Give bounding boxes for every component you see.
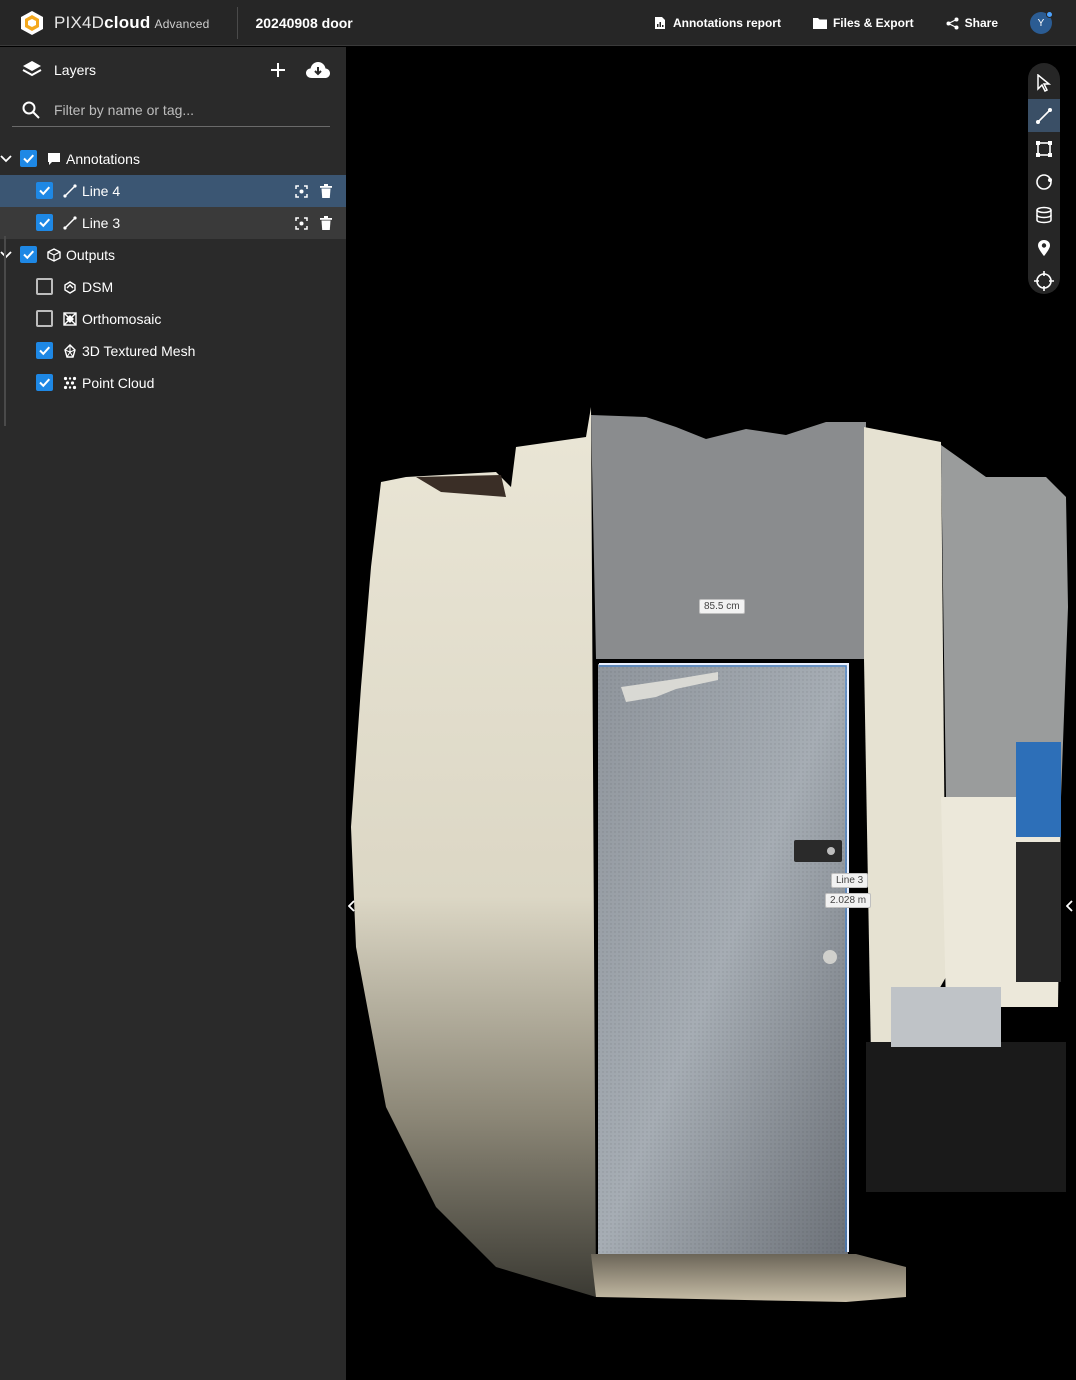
mesh-icon <box>64 344 76 358</box>
share-label: Share <box>964 16 998 30</box>
layer-item-3d-textured-mesh[interactable]: 3D Textured Mesh <box>0 335 346 367</box>
zoom-to-icon[interactable] <box>295 217 308 230</box>
user-avatar[interactable]: Y <box>1030 11 1053 34</box>
files-export-button[interactable]: Files & Export <box>812 16 914 30</box>
chevron-left-icon <box>1066 900 1073 912</box>
line-icon <box>63 184 77 198</box>
layer-item-dsm[interactable]: DSM <box>0 271 346 303</box>
trash-icon[interactable] <box>320 216 332 230</box>
trash-icon[interactable] <box>320 184 332 198</box>
layer-item-label: Line 3 <box>82 215 121 231</box>
measurement-label-width[interactable]: 85.5 cm <box>699 599 745 614</box>
point-cloud-checkbox[interactable] <box>36 374 53 391</box>
expand-right-panel-button[interactable] <box>1064 894 1076 918</box>
mesh-checkbox[interactable] <box>36 342 53 359</box>
report-icon <box>654 17 665 29</box>
circle-tool-button[interactable] <box>1028 165 1060 198</box>
point-cloud-scene[interactable] <box>346 47 1076 1380</box>
line-measure-icon <box>1036 107 1052 124</box>
layer-item-line-3[interactable]: Line 3 <box>0 207 346 239</box>
tree-guide-line <box>4 236 6 426</box>
brand-name: PIX4Dcloud Advanced <box>54 12 210 32</box>
annotations-report-button[interactable]: Annotations report <box>653 16 781 30</box>
project-title: 20240908 door <box>255 14 353 31</box>
select-tool-button[interactable] <box>1028 66 1060 99</box>
filter-input[interactable] <box>54 101 304 118</box>
group-label: Outputs <box>66 247 116 263</box>
marker-icon <box>1038 239 1050 256</box>
select-icon <box>1037 73 1052 92</box>
avatar-initial: Y <box>1037 17 1045 29</box>
layer-item-label: DSM <box>82 279 114 295</box>
group-annotations[interactable]: Annotations <box>0 143 346 175</box>
collapse-left-panel-button[interactable] <box>346 894 358 918</box>
share-button[interactable]: Share <box>946 16 998 30</box>
point-cloud-icon <box>63 376 77 390</box>
line-measure-tool-button[interactable] <box>1028 99 1060 132</box>
volume-tool-button[interactable] <box>1028 198 1060 231</box>
line-3-checkbox[interactable] <box>36 214 53 231</box>
annotations-report-label: Annotations report <box>672 16 781 30</box>
layer-item-label: Orthomosaic <box>82 311 162 327</box>
layers-sidebar: Layers Annotations Line 4 Line 3 <box>0 47 346 1380</box>
comment-icon <box>48 153 60 165</box>
layers-header: Layers <box>0 47 346 93</box>
cube-icon <box>47 248 61 262</box>
line-icon <box>63 216 77 230</box>
pix4d-logo-icon <box>21 10 43 35</box>
layer-item-label: Line 4 <box>82 183 121 199</box>
dsm-checkbox[interactable] <box>36 278 53 295</box>
crosshair-tool-button[interactable] <box>1028 264 1060 297</box>
orthomosaic-icon <box>63 312 77 326</box>
marker-tool-button[interactable] <box>1028 231 1060 264</box>
notification-dot <box>1046 11 1053 18</box>
layer-item-point-cloud[interactable]: Point Cloud <box>0 367 346 399</box>
search-icon <box>22 101 40 119</box>
chevron-down-icon[interactable] <box>0 249 12 261</box>
cloud-download-icon[interactable] <box>305 60 331 80</box>
measurement-label-height[interactable]: 2.028 m <box>825 893 872 908</box>
outputs-checkbox[interactable] <box>20 246 37 263</box>
line-4-checkbox[interactable] <box>36 182 53 199</box>
chevron-left-icon <box>348 900 355 912</box>
3d-viewer[interactable]: 85.5 cm Line 3 2.028 m <box>346 47 1076 1380</box>
measurement-label-name[interactable]: Line 3 <box>831 873 869 888</box>
layers-icon <box>22 61 42 77</box>
dsm-icon <box>64 281 76 294</box>
layer-tree: Annotations Line 4 Line 3 Outputs DSM Or… <box>0 143 346 426</box>
chevron-down-icon[interactable] <box>0 153 12 165</box>
polygon-icon <box>1036 140 1052 157</box>
viewer-toolbar <box>1028 63 1060 294</box>
zoom-to-icon[interactable] <box>295 185 308 198</box>
header-divider <box>237 6 239 39</box>
crosshair-icon <box>1034 270 1054 291</box>
folder-icon <box>812 18 827 29</box>
group-label: Annotations <box>66 151 140 167</box>
polygon-tool-button[interactable] <box>1028 132 1060 165</box>
layer-item-label: 3D Textured Mesh <box>82 343 196 359</box>
add-layer-icon[interactable] <box>268 60 288 80</box>
circle-icon <box>1036 173 1052 190</box>
volume-icon <box>1036 206 1052 223</box>
filter-field <box>12 93 330 127</box>
top-bar: PIX4Dcloud Advanced 20240908 door Annotat… <box>0 0 1076 46</box>
layer-item-orthomosaic[interactable]: Orthomosaic <box>0 303 346 335</box>
layer-item-label: Point Cloud <box>82 375 155 391</box>
orthomosaic-checkbox[interactable] <box>36 310 53 327</box>
app-logo[interactable]: PIX4Dcloud Advanced <box>0 0 209 46</box>
group-outputs[interactable]: Outputs <box>0 239 346 271</box>
share-icon <box>946 17 959 29</box>
layer-item-line-4[interactable]: Line 4 <box>0 175 346 207</box>
layers-title: Layers <box>54 62 97 78</box>
annotations-checkbox[interactable] <box>20 150 37 167</box>
files-export-label: Files & Export <box>832 16 914 30</box>
